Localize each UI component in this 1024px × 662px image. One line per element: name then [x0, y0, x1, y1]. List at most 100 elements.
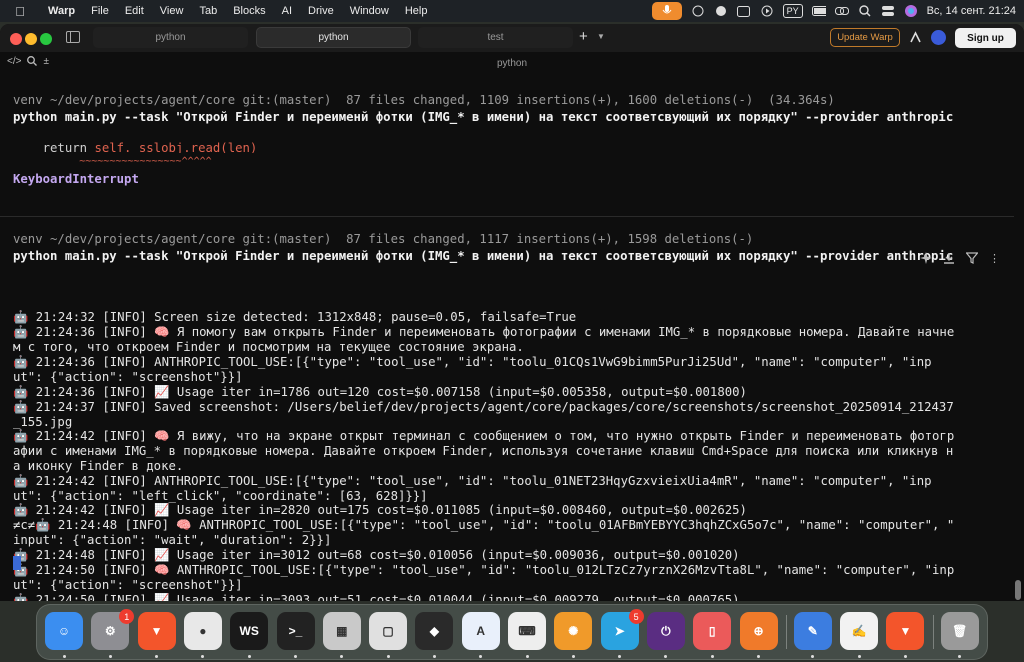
microphone-icon[interactable]: [651, 2, 682, 20]
cube-app-icon[interactable]: ◆: [415, 612, 454, 650]
menu-drive[interactable]: Drive: [300, 5, 342, 17]
status-icon[interactable]: [691, 4, 705, 18]
title-bar: python python test + ▼ Update Warp Sign …: [0, 24, 1024, 52]
menu-blocks[interactable]: Blocks: [225, 5, 273, 17]
menu-bar:  Warp File Edit View Tab Blocks AI Driv…: [0, 0, 1024, 22]
block-command[interactable]: python main.py --task "Открой Finder и п…: [13, 110, 953, 125]
block-prompt: venv ~/dev/projects/agent/core git:(mast…: [13, 232, 754, 246]
log-line: 🤖 21:24:32 [INFO] Screen size detected: …: [13, 310, 577, 324]
terminal-output[interactable]: venv ~/dev/projects/agent/core git:(mast…: [0, 74, 1014, 601]
running-indicator: [857, 655, 861, 658]
running-indicator: [155, 655, 159, 658]
scrollbar[interactable]: [1015, 580, 1021, 600]
input-source-badge[interactable]: PY: [782, 4, 803, 18]
menu-clock[interactable]: Вс, 14 сент. 21:24: [927, 5, 1016, 17]
pane-title: python: [496, 58, 528, 69]
running-indicator: [664, 655, 668, 658]
tab-python-2-active[interactable]: python: [256, 27, 411, 48]
traceback-carets: ~~~~~~~~~~~~~~~~~^^^^^: [13, 156, 212, 164]
launchpad-icon[interactable]: ▦: [322, 612, 361, 650]
sign-up-button[interactable]: Sign up: [955, 28, 1016, 48]
log-line: ut": {"action": "screenshot"}}]: [13, 578, 243, 592]
tab-label: python: [318, 32, 349, 43]
xcode-toolbox-icon[interactable]: ✎: [793, 612, 832, 650]
block-separator: [0, 216, 1014, 217]
running-indicator: [386, 655, 390, 658]
block-command[interactable]: python main.py --task "Открой Finder и п…: [13, 249, 953, 264]
log-line: м с того, что откроем Finder и посмотрим…: [13, 340, 524, 354]
running-indicator: [710, 655, 714, 658]
link-icon[interactable]: [834, 4, 849, 18]
log-line: 🤖 21:24:42 [INFO] 📈 Usage iter in=2820 o…: [13, 503, 747, 517]
siri-icon[interactable]: [904, 4, 918, 18]
menu-window[interactable]: Window: [342, 5, 397, 17]
sidebar-toggle-icon[interactable]: [66, 31, 80, 43]
account-avatar-icon[interactable]: [931, 30, 946, 45]
finder-icon[interactable]: ☺: [45, 612, 83, 650]
filter-icon[interactable]: [965, 252, 979, 267]
control-center-icon[interactable]: [881, 4, 895, 18]
play-icon[interactable]: [760, 4, 774, 18]
menu-view[interactable]: View: [152, 5, 192, 17]
log-line: 🤖 21:24:36 [INFO] 🧠 Я помогу вам открыть…: [13, 325, 955, 339]
menu-file[interactable]: File: [83, 5, 117, 17]
vpn-lock-icon[interactable]: ⊕: [739, 612, 778, 650]
chevron-down-icon[interactable]: ▼: [597, 29, 605, 45]
block-actions: ⋮: [920, 252, 1000, 267]
terminal-cursor: [13, 556, 21, 570]
traceback-return: return: [13, 141, 95, 153]
log-line: 🤖 21:24:36 [INFO] ANTHROPIC_TOOL_USE:[{"…: [13, 355, 932, 369]
running-indicator: [62, 655, 66, 658]
log-line: 🤖 21:24:48 [INFO] 📈 Usage iter in=3012 o…: [13, 548, 740, 562]
close-window-button[interactable]: [10, 33, 22, 45]
menu-tab[interactable]: Tab: [191, 5, 225, 17]
tab-python-1[interactable]: python: [93, 27, 248, 48]
zoom-window-button[interactable]: [40, 33, 52, 45]
menu-help[interactable]: Help: [397, 5, 436, 17]
log-line: 🤖 21:24:37 [INFO] Saved screenshot: /Use…: [13, 400, 954, 414]
apple-menu-icon[interactable]: : [0, 4, 40, 19]
battery-icon[interactable]: [811, 4, 826, 18]
notification-badge: 5: [628, 609, 644, 624]
chrome-icon[interactable]: ●: [183, 612, 222, 650]
window-icon[interactable]: [737, 4, 751, 18]
trash-icon[interactable]: 🗑: [940, 612, 979, 650]
xcode-icon[interactable]: A: [461, 612, 500, 650]
download-icon[interactable]: [943, 252, 955, 267]
chatgpt-icon[interactable]: ✺: [554, 612, 593, 650]
running-indicator: [108, 655, 112, 658]
textedit-icon[interactable]: ✍: [840, 612, 879, 650]
menu-app-name[interactable]: Warp: [40, 5, 83, 17]
dock: ☺ ⚙ 1 ▼ ● WS >_ ▦ ▢ ◆ A ⌨ ✺ ➤ 5 ⏻ ▯ ⊕ ✎ ✍ ▼ 🗑: [36, 604, 988, 660]
terminal-icon[interactable]: >_: [276, 612, 315, 650]
update-warp-button[interactable]: Update Warp: [830, 28, 900, 47]
brave-beta-icon[interactable]: ▼: [886, 612, 925, 650]
webstorm-icon[interactable]: WS: [230, 612, 269, 650]
new-tab-plus-icon[interactable]: +: [579, 27, 588, 47]
running-indicator: [571, 655, 575, 658]
log-line: 🤖 21:24:50 [INFO] 🧠 ANTHROPIC_TOOL_USE:[…: [13, 563, 955, 577]
running-indicator: [811, 655, 815, 658]
menu-ai[interactable]: AI: [274, 5, 300, 17]
log-line: _155.jpg: [13, 415, 73, 429]
ai-sparkle-icon[interactable]: [920, 252, 932, 267]
minimize-window-button[interactable]: [25, 33, 37, 45]
notes-app-icon[interactable]: ▢: [369, 612, 408, 650]
more-options-icon[interactable]: ⋮: [989, 252, 1000, 267]
agent-mode-icon[interactable]: [908, 30, 923, 45]
traceback-call: self._sslobj.read(len): [94, 141, 258, 153]
power-app-icon[interactable]: ⏻: [646, 612, 685, 650]
tab-test[interactable]: test: [418, 27, 573, 48]
running-indicator: [479, 655, 483, 658]
dock-divider: [932, 615, 934, 649]
dock-divider: [785, 615, 787, 649]
search-icon[interactable]: [858, 4, 872, 18]
error-line: KeyboardInterrupt: [13, 172, 139, 186]
menu-edit[interactable]: Edit: [117, 5, 152, 17]
running-indicator: [757, 655, 760, 658]
phone-mirror-icon[interactable]: ▯: [693, 612, 732, 650]
brave-icon[interactable]: ▼: [137, 612, 176, 650]
keyboard-icon[interactable]: ⌨: [508, 612, 546, 650]
log-line: 🤖 21:24:36 [INFO] 📈 Usage iter in=1786 o…: [13, 385, 747, 399]
cloud-sync-icon[interactable]: [714, 4, 728, 18]
